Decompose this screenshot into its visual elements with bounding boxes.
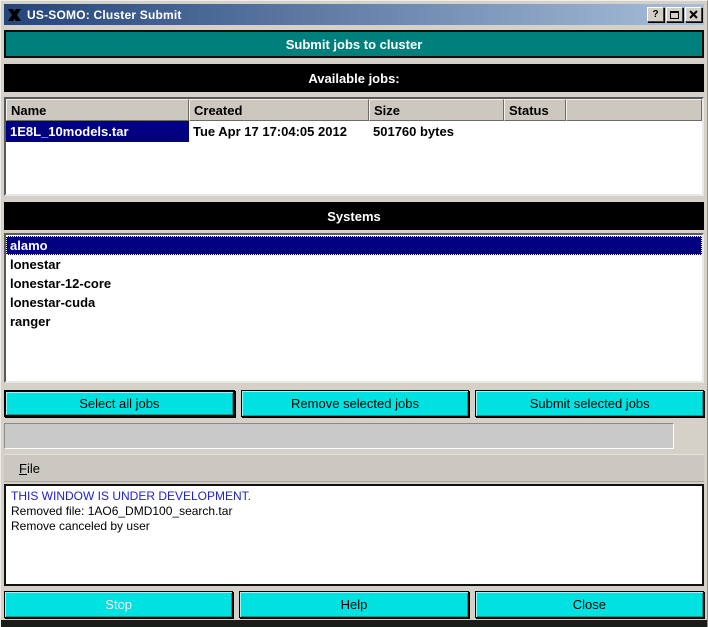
- remove-selected-jobs-button[interactable]: Remove selected jobs: [240, 390, 470, 417]
- list-item-lonestar-cuda[interactable]: lonestar-cuda: [6, 293, 702, 312]
- log-output[interactable]: THIS WINDOW IS UNDER DEVELOPMENT. Removed…: [4, 484, 704, 586]
- cell-size: 501760 bytes: [373, 124, 454, 139]
- systems-banner: Systems: [4, 202, 704, 230]
- select-all-jobs-button[interactable]: Select all jobs: [4, 390, 235, 417]
- cell-created: Tue Apr 17 17:04:05 2012: [193, 124, 347, 139]
- progress-bar: [4, 423, 674, 449]
- list-item-lonestar[interactable]: lonestar: [6, 255, 702, 274]
- available-jobs-banner: Available jobs:: [4, 64, 704, 92]
- jobs-table-header: Name Created Size Status: [6, 99, 702, 121]
- menubar: File: [4, 454, 704, 482]
- column-header-name[interactable]: Name: [6, 99, 189, 121]
- maximize-glyph: [670, 10, 679, 19]
- titlebar-help-button[interactable]: ?: [647, 7, 664, 22]
- cell-name: 1E8L_10models.tar: [6, 121, 189, 142]
- close-icon[interactable]: [685, 7, 702, 22]
- submit-jobs-banner: Submit jobs to cluster: [4, 30, 704, 58]
- column-header-created[interactable]: Created: [189, 99, 369, 121]
- job-actions-row: Select all jobs Remove selected jobs Sub…: [4, 390, 705, 417]
- cell-extra: [566, 121, 702, 142]
- table-row[interactable]: 1E8L_10models.tar Tue Apr 17 17:04:05 201…: [6, 121, 702, 142]
- column-header-status[interactable]: Status: [504, 99, 566, 121]
- cluster-submit-window: US-SOMO: Cluster Submit ? Submit jobs to…: [0, 0, 708, 627]
- column-header-extra[interactable]: [566, 99, 702, 121]
- log-line: THIS WINDOW IS UNDER DEVELOPMENT.: [11, 489, 252, 503]
- maximize-icon[interactable]: [666, 7, 683, 22]
- log-line: Removed file: 1AO6_DMD100_search.tar: [11, 504, 233, 518]
- list-item-ranger[interactable]: ranger: [6, 312, 702, 331]
- column-header-size[interactable]: Size: [369, 99, 504, 121]
- help-button[interactable]: Help: [239, 591, 469, 618]
- window-title: US-SOMO: Cluster Submit: [27, 7, 182, 22]
- desktop-edge-strip: [1, 620, 707, 627]
- jobs-table-body: 1E8L_10models.tar Tue Apr 17 17:04:05 201…: [6, 121, 702, 142]
- close-button[interactable]: Close: [474, 591, 704, 618]
- list-item-alamo[interactable]: alamo: [6, 236, 702, 255]
- file-menu[interactable]: File: [13, 459, 46, 478]
- jobs-table[interactable]: Name Created Size Status 1E8L_10models.tar T…: [4, 97, 704, 196]
- stop-button[interactable]: Stop: [4, 591, 234, 618]
- list-item-lonestar-12-core[interactable]: lonestar-12-core: [6, 274, 702, 293]
- x11-app-icon: [6, 6, 23, 23]
- cell-status: [504, 121, 566, 142]
- submit-selected-jobs-button[interactable]: Submit selected jobs: [475, 390, 705, 417]
- progress-row: [4, 423, 704, 449]
- systems-list[interactable]: alamo lonestar lonestar-12-core lonestar-cu…: [4, 233, 704, 383]
- footer-buttons-row: Stop Help Close: [4, 591, 704, 618]
- log-line: Remove canceled by user: [11, 519, 150, 533]
- titlebar[interactable]: US-SOMO: Cluster Submit ?: [4, 4, 704, 25]
